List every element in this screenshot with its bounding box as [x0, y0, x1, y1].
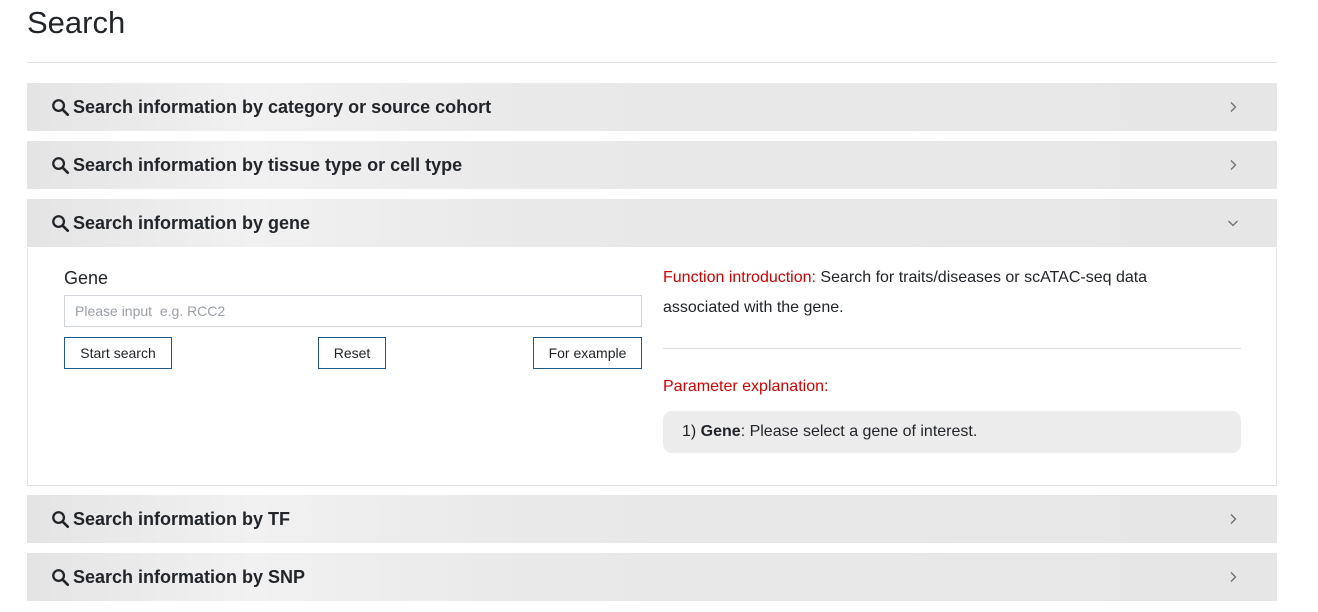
search-icon — [52, 511, 70, 529]
parameter-explanation-title: Parameter explanation: — [663, 378, 829, 395]
function-intro-label: Function introduction: — [663, 269, 816, 286]
panel-header-tf[interactable]: Search information by TF — [27, 495, 1277, 543]
panel-header-label: Search information by category or source… — [73, 97, 492, 117]
search-icon — [52, 99, 70, 117]
start-search-button[interactable]: Start search — [64, 337, 172, 369]
param-description: : Please select a gene of interest. — [740, 423, 978, 440]
gene-field-label: Gene — [64, 268, 109, 288]
parameter-explanation-box: 1) Gene: Please select a gene of interes… — [663, 411, 1241, 453]
title-divider — [27, 62, 1277, 63]
chevron-right-icon — [1230, 572, 1237, 582]
panel-header-label: Search information by gene — [73, 213, 311, 233]
info-divider — [663, 348, 1241, 349]
panel-header-category-cohort[interactable]: Search information by category or source… — [27, 83, 1277, 131]
panel-header-label: Search information by TF — [73, 509, 291, 529]
search-icon — [52, 569, 70, 587]
chevron-right-icon — [1230, 514, 1237, 524]
function-introduction: Function introduction: Search for traits… — [663, 263, 1223, 323]
panel-header-tissue-cell[interactable]: Search information by tissue type or cel… — [27, 141, 1277, 189]
page-title: Search — [27, 5, 126, 40]
panel-header-label: Search information by SNP — [73, 567, 306, 587]
panel-header-gene[interactable]: Search information by gene — [27, 199, 1277, 247]
chevron-right-icon — [1230, 102, 1237, 112]
panel-header-snp[interactable]: Search information by SNP — [27, 553, 1277, 601]
search-icon — [52, 215, 70, 233]
for-example-button[interactable]: For example — [533, 337, 642, 369]
chevron-down-icon — [1228, 220, 1238, 227]
param-name: Gene — [700, 423, 741, 440]
reset-button[interactable]: Reset — [318, 337, 386, 369]
param-prefix: 1) — [682, 423, 701, 440]
panel-header-label: Search information by tissue type or cel… — [73, 155, 463, 175]
chevron-right-icon — [1230, 160, 1237, 170]
search-icon — [52, 157, 70, 175]
gene-input[interactable] — [64, 295, 642, 327]
